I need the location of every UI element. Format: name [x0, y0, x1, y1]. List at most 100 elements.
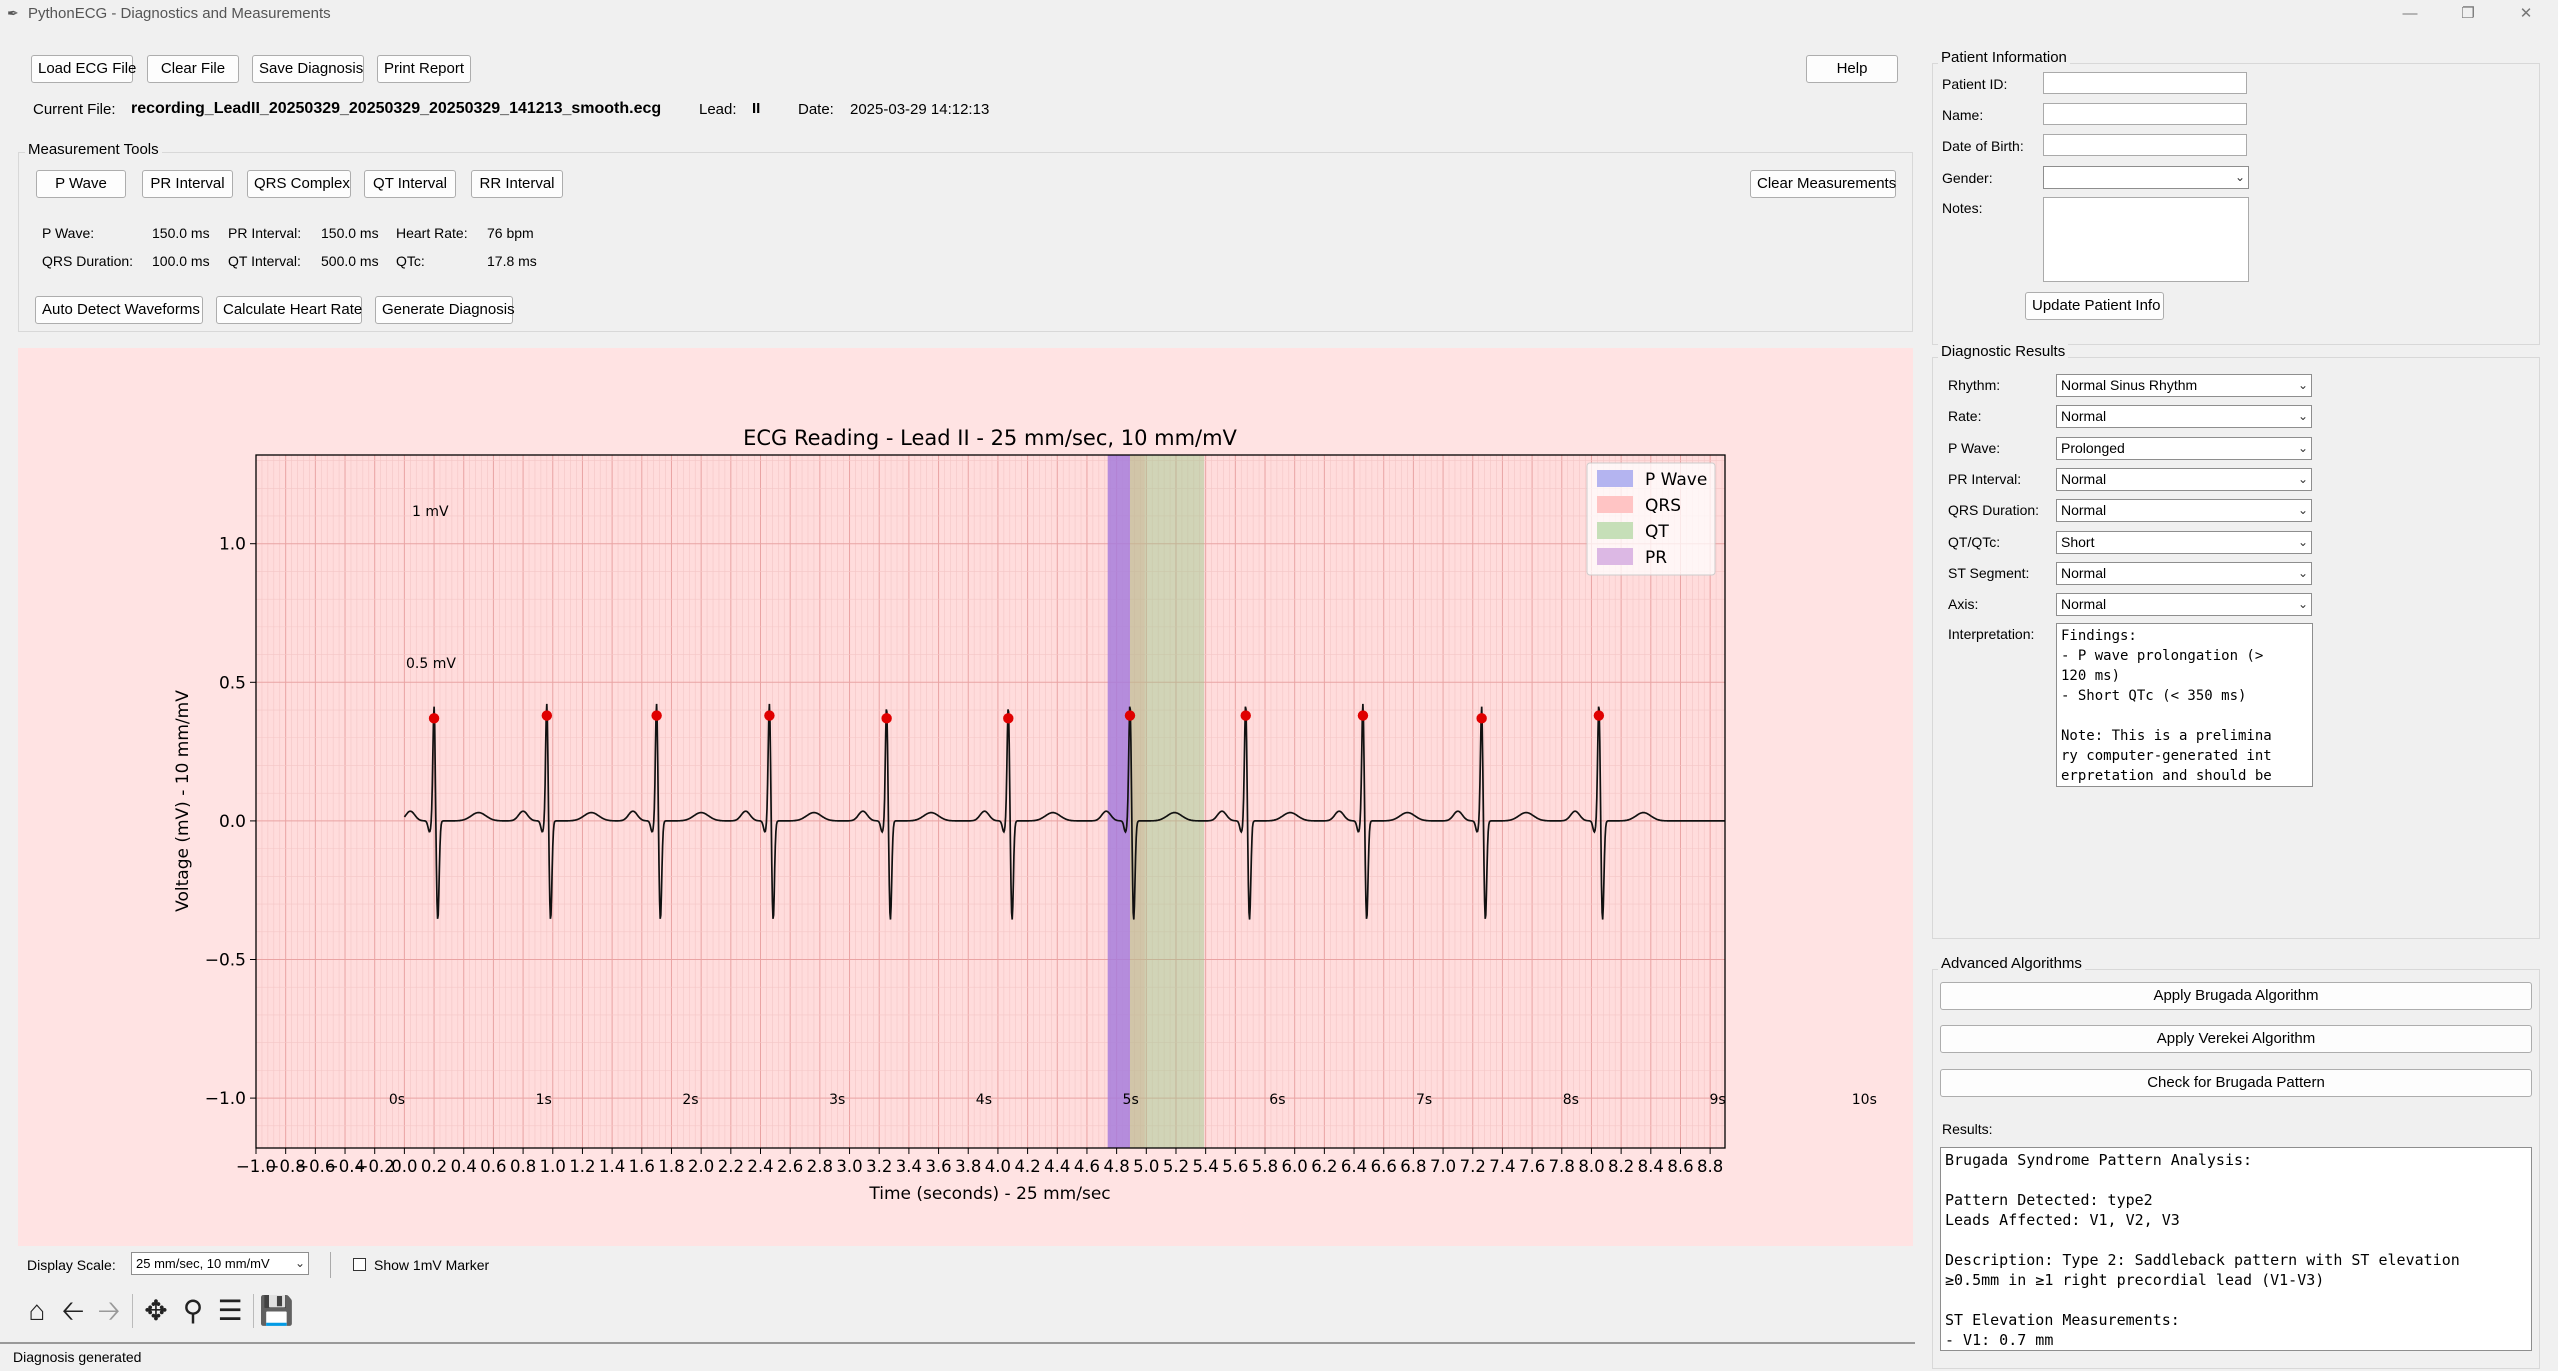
chevron-down-icon: ⌄ — [2297, 503, 2308, 518]
divider — [330, 1252, 331, 1278]
x-tick-label: 7.0 — [1430, 1157, 1456, 1176]
time-mark-label: 10s — [1852, 1092, 1877, 1108]
diag-select[interactable]: Normal ⌄ — [2056, 561, 2312, 585]
configure-icon[interactable]: ☰ — [213, 1294, 247, 1328]
update-patient-button[interactable]: Update Patient Info — [2025, 292, 2164, 320]
diag-select[interactable]: Prolonged ⌄ — [2056, 436, 2312, 460]
chevron-down-icon: ⌄ — [2297, 534, 2308, 549]
patient-info-title: Patient Information — [1938, 49, 2070, 66]
x-tick-label: 5.0 — [1133, 1157, 1159, 1176]
divider — [253, 1294, 254, 1328]
x-tick-label: 5.6 — [1222, 1157, 1248, 1176]
diag-label: QRS Duration: — [1948, 502, 2040, 519]
diag-select[interactable]: Normal ⌄ — [2056, 593, 2312, 617]
time-mark-label: 9s — [1709, 1092, 1725, 1108]
chart-title: ECG Reading - Lead II - 25 mm/sec, 10 mm… — [743, 426, 1237, 450]
interpretation-text[interactable]: Findings: - P wave prolongation (> 120 m… — [2056, 623, 2313, 787]
dob-label: Date of Birth: — [1942, 138, 2024, 154]
x-tick-label: 7.6 — [1519, 1157, 1545, 1176]
patient-id-label: Patient ID: — [1942, 76, 2008, 92]
x-tick-label: 1.4 — [599, 1157, 625, 1176]
x-tick-label: 7.4 — [1489, 1157, 1515, 1176]
legend-label: QRS — [1645, 496, 1681, 516]
diag-label: Axis: — [1948, 596, 1979, 613]
legend-swatch — [1597, 470, 1633, 487]
x-tick-label: 6.8 — [1400, 1157, 1426, 1176]
close-icon[interactable]: ✕ — [2502, 0, 2550, 28]
brugada-pattern-button[interactable]: Check for Brugada Pattern — [1940, 1069, 2532, 1097]
chevron-down-icon: ⌄ — [2297, 565, 2308, 580]
time-mark-label: 3s — [829, 1092, 845, 1108]
results-text[interactable]: Brugada Syndrome Pattern Analysis: Patte… — [1940, 1147, 2532, 1351]
status-bar: Diagnosis generated — [0, 1342, 1915, 1371]
chevron-down-icon: ⌄ — [2297, 597, 2308, 612]
minimize-icon[interactable]: — — [2386, 0, 2434, 28]
x-tick-label: 3.0 — [836, 1157, 862, 1176]
gender-label: Gender: — [1942, 170, 1993, 186]
chevron-down-icon: ⌄ — [2297, 440, 2308, 455]
span-pr — [1107, 455, 1130, 1148]
results-label: Results: — [1942, 1121, 1993, 1137]
restore-icon[interactable]: ❐ — [2444, 0, 2492, 28]
x-tick-label: 8.8 — [1697, 1157, 1723, 1176]
x-tick-label: 2.0 — [688, 1157, 714, 1176]
chevron-down-icon: ⌄ — [2297, 378, 2308, 392]
r-peak-point — [881, 713, 892, 724]
display-scale-label: Display Scale: — [27, 1257, 116, 1273]
diag-select[interactable]: Normal Sinus Rhythm ⌄ — [2056, 374, 2312, 397]
x-axis-label: Time (seconds) - 25 mm/sec — [868, 1184, 1110, 1204]
time-mark-label: 5s — [1123, 1092, 1139, 1108]
diag-label: P Wave: — [1948, 439, 2001, 456]
chevron-down-icon: ⌄ — [2297, 409, 2308, 424]
status-text: Diagnosis generated — [13, 1349, 142, 1365]
forward-icon[interactable]: 🡢 — [92, 1294, 126, 1328]
diag-select[interactable]: Normal ⌄ — [2056, 405, 2312, 429]
x-tick-label: 6.2 — [1311, 1157, 1337, 1176]
name-input[interactable] — [2043, 103, 2247, 125]
diag-value: Normal — [2061, 564, 2107, 581]
x-tick-label: 4.4 — [1044, 1157, 1070, 1176]
dob-input[interactable] — [2043, 134, 2247, 156]
display-scale-select[interactable]: 25 mm/sec, 10 mm/mV ⌄ — [131, 1252, 309, 1275]
home-icon[interactable]: ⌂ — [20, 1294, 54, 1328]
interpretation-label: Interpretation: — [1948, 626, 2035, 642]
x-tick-label: 3.6 — [925, 1157, 951, 1176]
x-tick-label: 4.0 — [985, 1157, 1011, 1176]
y-axis-label: Voltage (mV) - 10 mm/mV — [173, 690, 193, 912]
x-tick-label: 8.0 — [1578, 1157, 1604, 1176]
verekei-algorithm-button[interactable]: Apply Verekei Algorithm — [1940, 1025, 2532, 1053]
r-peak-point — [1240, 710, 1251, 721]
diag-select[interactable]: Short ⌄ — [2056, 530, 2312, 554]
zoom-icon[interactable]: ⚲ — [176, 1294, 210, 1328]
notes-textarea[interactable] — [2043, 197, 2249, 282]
show-1mv-checkbox[interactable] — [353, 1258, 366, 1271]
diag-label: QT/QTc: — [1948, 533, 2001, 550]
r-peak-point — [1357, 710, 1369, 721]
diag-select[interactable]: Normal ⌄ — [2056, 499, 2312, 523]
y-tick-label: 1.0 — [219, 535, 246, 555]
patient-id-input[interactable] — [2043, 72, 2247, 94]
x-tick-label: 5.8 — [1252, 1157, 1278, 1176]
save-icon[interactable]: 💾 — [259, 1294, 294, 1328]
time-mark-label: 4s — [976, 1092, 992, 1108]
advanced-algorithms-title: Advanced Algorithms — [1938, 955, 2085, 972]
x-tick-label: 2.6 — [777, 1157, 803, 1176]
back-icon[interactable]: 🡠 — [56, 1294, 90, 1328]
diag-select[interactable]: Normal ⌄ — [2056, 467, 2312, 491]
pan-icon[interactable]: ✥ — [139, 1294, 173, 1328]
r-peak-point — [651, 710, 662, 721]
x-tick-label: 1.6 — [629, 1157, 655, 1176]
x-tick-label: 4.8 — [1104, 1157, 1130, 1176]
one-mv-annotation: 1 mV — [412, 504, 449, 520]
x-tick-label: 1.0 — [540, 1157, 566, 1176]
span-qt — [1129, 455, 1205, 1148]
gender-select[interactable]: ⌄ — [2043, 166, 2249, 189]
brugada-algorithm-button[interactable]: Apply Brugada Algorithm — [1940, 982, 2532, 1010]
x-tick-label: 4.6 — [1074, 1157, 1100, 1176]
diag-value: Normal — [2061, 502, 2107, 519]
ecg-chart[interactable]: 0s 1s 2s 3s 4s 5s 6s 7s 8s 9s 10s −1.0−0.8−0.6−0.4… — [0, 0, 1915, 1250]
legend-swatch — [1597, 548, 1633, 565]
legend: P Wave QRS QT PR — [1586, 462, 1716, 576]
x-tick-label: 8.6 — [1667, 1157, 1693, 1176]
x-tick-label: 6.4 — [1341, 1157, 1367, 1176]
